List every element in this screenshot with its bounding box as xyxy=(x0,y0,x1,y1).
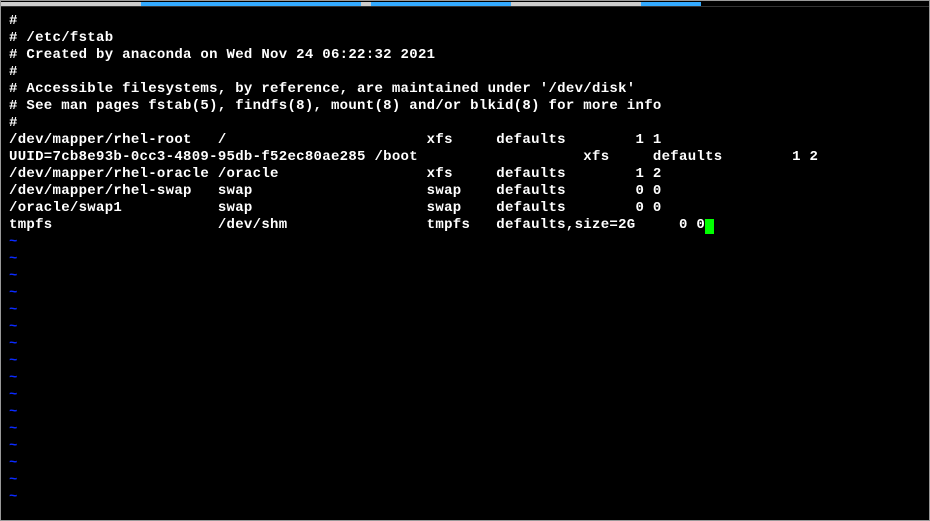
tilde-char: ~ xyxy=(9,268,18,284)
vim-empty-line: ~ xyxy=(9,234,921,251)
vim-empty-line: ~ xyxy=(9,370,921,387)
vim-empty-line: ~ xyxy=(9,472,921,489)
tilde-char: ~ xyxy=(9,438,18,454)
file-line: /oracle/swap1 swap swap defaults 0 0 xyxy=(9,200,921,217)
file-line: /dev/mapper/rhel-swap swap swap defaults… xyxy=(9,183,921,200)
tilde-char: ~ xyxy=(9,404,18,420)
vim-empty-line: ~ xyxy=(9,319,921,336)
file-line: /dev/mapper/rhel-oracle /oracle xfs defa… xyxy=(9,166,921,183)
line-text: /dev/mapper/rhel-swap swap swap defaults… xyxy=(9,183,662,199)
vim-empty-line: ~ xyxy=(9,421,921,438)
title-bar-segment xyxy=(641,2,701,6)
title-bar-segment xyxy=(511,2,641,6)
vim-empty-line: ~ xyxy=(9,387,921,404)
line-text: tmpfs /dev/shm tmpfs defaults,size=2G 0 … xyxy=(9,217,705,233)
file-line: # xyxy=(9,13,921,30)
file-line: # Created by anaconda on Wed Nov 24 06:2… xyxy=(9,47,921,64)
vim-empty-line: ~ xyxy=(9,438,921,455)
vim-empty-line: ~ xyxy=(9,353,921,370)
terminal-content[interactable]: ## /etc/fstab# Created by anaconda on We… xyxy=(1,7,929,512)
tilde-char: ~ xyxy=(9,387,18,403)
vim-empty-line: ~ xyxy=(9,285,921,302)
file-line: UUID=7cb8e93b-0cc3-4809-95db-f52ec80ae28… xyxy=(9,149,921,166)
file-line: # Accessible filesystems, by reference, … xyxy=(9,81,921,98)
line-text: # Accessible filesystems, by reference, … xyxy=(9,81,636,97)
vim-empty-line: ~ xyxy=(9,268,921,285)
vim-empty-line: ~ xyxy=(9,455,921,472)
tilde-char: ~ xyxy=(9,251,18,267)
file-line: # See man pages fstab(5), findfs(8), mou… xyxy=(9,98,921,115)
tilde-char: ~ xyxy=(9,319,18,335)
tilde-char: ~ xyxy=(9,421,18,437)
tilde-char: ~ xyxy=(9,234,18,250)
tilde-char: ~ xyxy=(9,489,18,505)
line-text: /dev/mapper/rhel-root / xfs defaults 1 1 xyxy=(9,132,662,148)
tilde-char: ~ xyxy=(9,455,18,471)
line-text: # xyxy=(9,115,18,131)
file-line: # xyxy=(9,64,921,81)
file-line: tmpfs /dev/shm tmpfs defaults,size=2G 0 … xyxy=(9,217,921,234)
vim-empty-line: ~ xyxy=(9,404,921,421)
title-bar-segment xyxy=(361,2,371,6)
tilde-char: ~ xyxy=(9,472,18,488)
title-bar-segment xyxy=(371,2,511,6)
file-line: # /etc/fstab xyxy=(9,30,921,47)
terminal-window: ## /etc/fstab# Created by anaconda on We… xyxy=(0,0,930,521)
vim-empty-line: ~ xyxy=(9,251,921,268)
line-text: /dev/mapper/rhel-oracle /oracle xfs defa… xyxy=(9,166,662,182)
vim-empty-line: ~ xyxy=(9,489,921,506)
vim-empty-line: ~ xyxy=(9,302,921,319)
tilde-char: ~ xyxy=(9,353,18,369)
tilde-char: ~ xyxy=(9,302,18,318)
line-text: # See man pages fstab(5), findfs(8), mou… xyxy=(9,98,662,114)
line-text: # Created by anaconda on Wed Nov 24 06:2… xyxy=(9,47,435,63)
title-bar-segment xyxy=(1,2,141,6)
file-line: /dev/mapper/rhel-root / xfs defaults 1 1 xyxy=(9,132,921,149)
line-text: # xyxy=(9,13,18,29)
file-line: # xyxy=(9,115,921,132)
line-text: # /etc/fstab xyxy=(9,30,113,46)
tilde-char: ~ xyxy=(9,285,18,301)
tilde-char: ~ xyxy=(9,370,18,386)
cursor xyxy=(705,219,714,234)
tilde-char: ~ xyxy=(9,336,18,352)
title-bar-segment xyxy=(141,2,361,6)
line-text: UUID=7cb8e93b-0cc3-4809-95db-f52ec80ae28… xyxy=(9,149,818,165)
line-text: # xyxy=(9,64,18,80)
line-text: /oracle/swap1 swap swap defaults 0 0 xyxy=(9,200,662,216)
vim-empty-line: ~ xyxy=(9,336,921,353)
